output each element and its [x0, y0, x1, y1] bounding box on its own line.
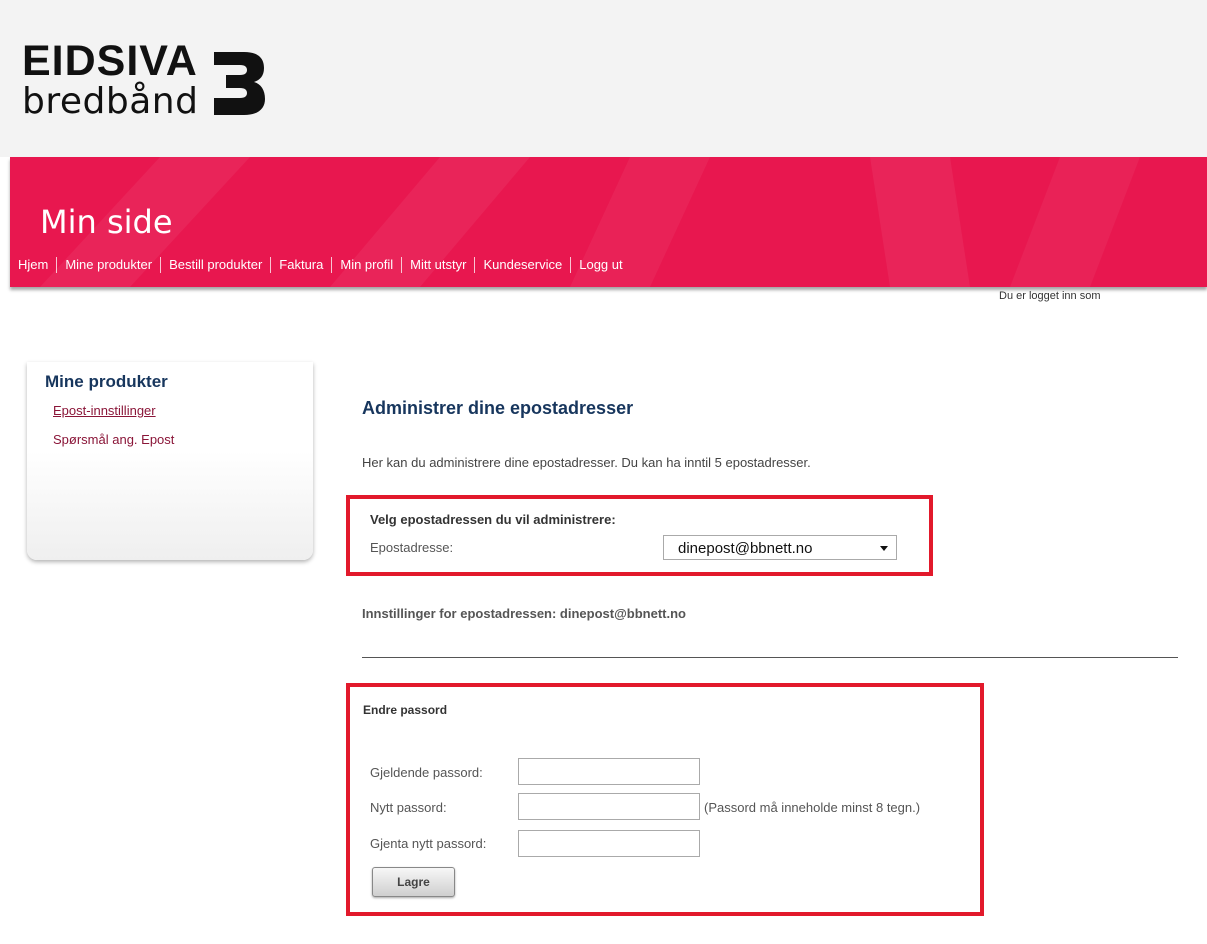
- nav-item-kundeservice[interactable]: Kundeservice: [475, 257, 572, 273]
- sidebar-item-sporsmal-epost[interactable]: Spørsmål ang. Epost: [53, 432, 174, 447]
- change-password-title: Endre passord: [363, 703, 448, 717]
- settings-heading: Innstillinger for epostadressen: dinepos…: [362, 606, 686, 621]
- content-heading: Administrer dine epostadresser: [362, 398, 634, 418]
- eidsiva-logo[interactable]: EIDSIVA bredbånd: [22, 40, 266, 120]
- intro-text: Her kan du administrere dine epostadress…: [362, 455, 811, 470]
- nav-item-hjem[interactable]: Hjem: [10, 257, 58, 273]
- page-title: Min side: [40, 203, 173, 241]
- new-password-label: Nytt passord:: [370, 800, 447, 815]
- email-address-select[interactable]: dinepost@bbnett.no: [663, 535, 897, 560]
- current-password-label: Gjeldende passord:: [370, 765, 483, 780]
- repeat-password-label: Gjenta nytt passord:: [370, 836, 487, 851]
- select-address-title: Velg epostadressen du vil administrere:: [370, 512, 616, 527]
- site-header: EIDSIVA bredbånd: [0, 0, 1207, 157]
- logo-brand-text: EIDSIVA: [22, 37, 198, 85]
- sidebar-item-epost-innstillinger[interactable]: Epost-innstillinger: [53, 403, 156, 418]
- nav-item-min-profil[interactable]: Min profil: [332, 257, 403, 273]
- logo-text: EIDSIVA bredbånd: [22, 40, 198, 120]
- nav-item-faktura[interactable]: Faktura: [271, 257, 333, 273]
- logged-in-status: Du er logget inn som: [999, 290, 1101, 302]
- nav-item-mitt-utstyr[interactable]: Mitt utstyr: [402, 257, 476, 273]
- divider: [362, 657, 1178, 658]
- pink-banner: Min side Hjem Mine produkter Bestill pro…: [10, 157, 1207, 287]
- password-hint: (Passord må inneholde minst 8 tegn.): [704, 800, 921, 815]
- chevron-down-icon: [880, 546, 888, 551]
- nav-item-mine-produkter[interactable]: Mine produkter: [57, 257, 162, 273]
- sidebar: Mine produkter Epost-innstillinger Spørs…: [27, 362, 313, 560]
- logo-b-mark-icon: [214, 52, 266, 115]
- logo-sub-text: bredbånd: [22, 81, 199, 122]
- current-password-field[interactable]: [518, 758, 700, 785]
- selected-email-value: dinepost@bbnett.no: [678, 540, 813, 557]
- main-nav: Hjem Mine produkter Bestill produkter Fa…: [10, 257, 631, 273]
- repeat-password-field[interactable]: [518, 830, 700, 857]
- sidebar-title: Mine produkter: [45, 372, 168, 391]
- save-button[interactable]: Lagre: [372, 867, 455, 897]
- nav-item-bestill-produkter[interactable]: Bestill produkter: [161, 257, 272, 273]
- email-address-label: Epostadresse:: [370, 540, 454, 555]
- nav-item-logg-ut[interactable]: Logg ut: [571, 257, 630, 273]
- new-password-field[interactable]: [518, 793, 700, 820]
